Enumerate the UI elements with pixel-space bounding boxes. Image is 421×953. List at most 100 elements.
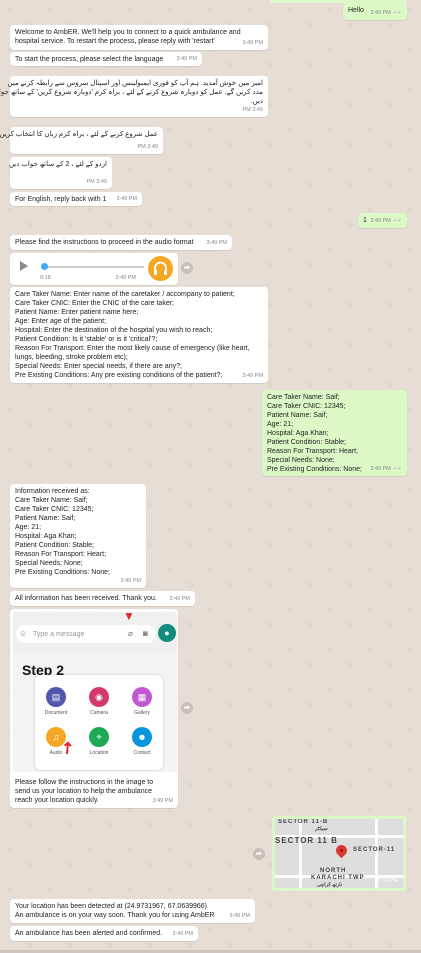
message-time: 3:49 PM (176, 56, 197, 62)
screenshot-step-title: Step 2 (22, 662, 65, 678)
message-time: 3:49 PM (242, 107, 264, 113)
message-in-image-instructions[interactable]: ☺ Type a message ⌀ ◙ ● ▼ Step 2 ▤ Documen… (10, 609, 178, 808)
message-in-urdu-welcome[interactable]: امبر میں خوش آمدید. ہم آپ کو فوری ایمبول… (0, 76, 268, 117)
message-out-reply-1[interactable]: 1 3:49 PM ✓✓ (358, 213, 407, 228)
message-in-urdu-reply-2[interactable]: اردو کے لئے ، 2 کے ساتھ جواب دیں 3:49 PM (8, 157, 112, 189)
message-time: 3:49 PM (370, 466, 391, 472)
message-text-line: hospital service. To restart the process… (15, 38, 215, 45)
info-received-lines: Information received as: Care Taker Name… (15, 487, 141, 577)
map-label: KARACHI TWP (311, 875, 365, 881)
audio-message[interactable]: 0:18 3:49 PM (10, 253, 178, 285)
message-text-line: Patient Condition: Stable; (267, 439, 346, 446)
message-in-all-received[interactable]: All information has been received. Thank… (10, 591, 195, 606)
message-in-welcome[interactable]: Welcome to AmbER. We'll help you to conn… (10, 25, 268, 50)
message-text-line: Information received as: (15, 488, 90, 495)
message-text-line: Age: Enter age of the patient; (15, 318, 107, 325)
map-label: SECTOR 11 B (275, 836, 338, 845)
read-ticks-icon: ✓✓ (392, 10, 402, 16)
message-time: 3:49 PM (377, 878, 398, 884)
map-road (299, 819, 302, 888)
message-text-line: Hospital: Aga Khan; (267, 430, 329, 437)
forward-icon[interactable]: ➦ (181, 262, 193, 274)
message-text-line: Reason For Transport: Heart; (15, 551, 107, 558)
attach-label: Camera (90, 710, 108, 716)
message-text-line: Patient Name: Saif; (15, 515, 76, 522)
camera-icon: ◙ (143, 629, 148, 638)
read-ticks-icon: ✓✓ (392, 466, 402, 472)
message-time: 3:49 PM (86, 179, 108, 185)
message-text-line: مدد کریں گے. عمل کو دوبارہ شروع کرنے کے … (0, 89, 263, 96)
message-text-line: Special Needs: None; (15, 560, 83, 567)
message-text: All information has been received. Thank… (15, 595, 157, 602)
form-template-lines: Care Taker Name: Enter name of the caret… (15, 290, 263, 380)
message-text-line: Pre Existing Conditions: Any pre existin… (15, 372, 223, 379)
emoji-icon: ☺ (19, 629, 28, 638)
message-text-line: Patient Name: Saif; (267, 412, 328, 419)
screenshot-message-input: ☺ Type a message ⌀ ◙ (16, 625, 156, 643)
message-text-line: Reason For Transport: Heart; (267, 448, 359, 455)
message-text: An ambulance has been alerted and confir… (15, 930, 163, 937)
message-time: 3:49 PM (370, 10, 391, 16)
message-in-form-template[interactable]: Care Taker Name: Enter name of the caret… (10, 287, 268, 383)
message-text-line: Welcome to AmbER. We'll help you to conn… (15, 29, 241, 36)
map-pin-dot (340, 849, 343, 852)
audio-scrubber-handle[interactable] (41, 263, 48, 270)
play-icon[interactable] (20, 261, 28, 271)
filled-form-lines: Care Taker Name: Saif; Care Taker CNIC: 1… (267, 393, 402, 474)
forward-icon[interactable]: ➦ (181, 702, 193, 714)
instruction-screenshot-image[interactable]: ☺ Type a message ⌀ ◙ ● ▼ Step 2 ▤ Documen… (13, 612, 177, 772)
message-text-line: Age: 21; (267, 421, 294, 428)
contact-icon: ☻ (132, 727, 152, 747)
message-text: Please find the instructions to proceed … (15, 239, 194, 246)
message-text-line: Care Taker Name: Saif; (15, 497, 88, 504)
message-text-line: Special Needs: None; (267, 457, 335, 464)
message-time: 3:49 PM (370, 218, 391, 224)
message-in-ambulance-alerted[interactable]: An ambulance has been alerted and confir… (10, 926, 198, 941)
message-in-urdu-select[interactable]: عمل شروع کرنے کے لئے ، براہ کرم زبان کا … (0, 127, 163, 154)
message-text-line: Reason For Transport: Enter the most lik… (15, 345, 250, 352)
message-time: 3:49 PM (172, 931, 193, 937)
message-in-audio-instructions[interactable]: Please find the instructions to proceed … (10, 235, 232, 250)
message-in-info-received[interactable]: Information received as: Care Taker Name… (10, 484, 146, 588)
message-time: 3:49 PM (120, 578, 141, 584)
message-text-line: An ambulance is on your way soon. Thank … (15, 912, 215, 919)
message-text-line: Care Taker CNIC: Enter the CNIC of the c… (15, 300, 174, 307)
message-text-line: Patient Condition: Is it 'stable' or is … (15, 336, 158, 343)
message-text-line: lungs, bleeding, stroke problem etc); (15, 354, 128, 361)
message-text: اردو کے لئے ، 2 کے ساتھ جواب دیں (8, 161, 107, 168)
message-text-line: امبر میں خوش آمدید. ہم آپ کو فوری ایمبول… (7, 80, 263, 87)
message-text-line: Pre Existing Conditions: None; (15, 569, 110, 576)
forward-icon[interactable]: ➦ (253, 848, 265, 860)
message-text-line: Hospital: Enter the destination of the h… (15, 327, 213, 334)
message-text-line: Care Taker CNIC: 12345; (15, 506, 94, 513)
message-text-line: Special Needs: Enter special needs, if t… (15, 363, 182, 370)
map-label: سیکٹر (315, 826, 328, 832)
attach-document: ▤ Document (41, 687, 71, 718)
attach-gallery: ▦ Gallery (127, 687, 157, 718)
message-text-line: Hospital: Aga Khan; (15, 533, 77, 540)
caption-line: reach your location quickly. (15, 797, 99, 804)
read-ticks-icon: ✓✓ (392, 218, 402, 224)
message-text-line: Care Taker Name: Saif; (267, 394, 340, 401)
message-out-filled-form[interactable]: Care Taker Name: Saif; Care Taker CNIC: 1… (262, 390, 407, 476)
screenshot-attach-panel: ▤ Document ◉ Camera ▦ Gallery ♫ Audio ⌖ Locat… (35, 675, 163, 770)
message-in-english-reply-1[interactable]: For English, reply back with 1 3:49 PM (10, 192, 142, 206)
attach-camera: ◉ Camera (84, 687, 114, 718)
message-time: 3:49 PM (152, 798, 173, 804)
attach-label: Contact (133, 750, 151, 756)
audio-duration: 0:18 (40, 275, 51, 281)
attach-location: ⌖ Location (84, 727, 114, 758)
message-text-line: Patient Name: Enter patient name here; (15, 309, 139, 316)
image-caption: Please follow the instructions in the im… (15, 778, 153, 805)
message-in-location-detected[interactable]: Your location has been detected at (24.9… (10, 899, 255, 923)
message-text-line: Care Taker Name: Enter name of the caret… (15, 291, 235, 298)
map-label: SECTOR 11-B (278, 819, 329, 825)
audio-progress-track[interactable] (44, 266, 144, 268)
message-in-select-language[interactable]: To start the process, please select the … (10, 52, 202, 66)
location-map-message[interactable]: SECTOR 11-B سیکٹر SECTOR 11 B SECTOR-11 … (272, 816, 406, 891)
attach-contact: ☻ Contact (127, 727, 157, 758)
message-out-hello[interactable]: Hello 3:49 PM ✓✓ (343, 3, 407, 20)
microphone-icon: ● (158, 624, 176, 642)
paperclip-icon: ⌀ (128, 629, 133, 638)
camera-icon: ◉ (89, 687, 109, 707)
